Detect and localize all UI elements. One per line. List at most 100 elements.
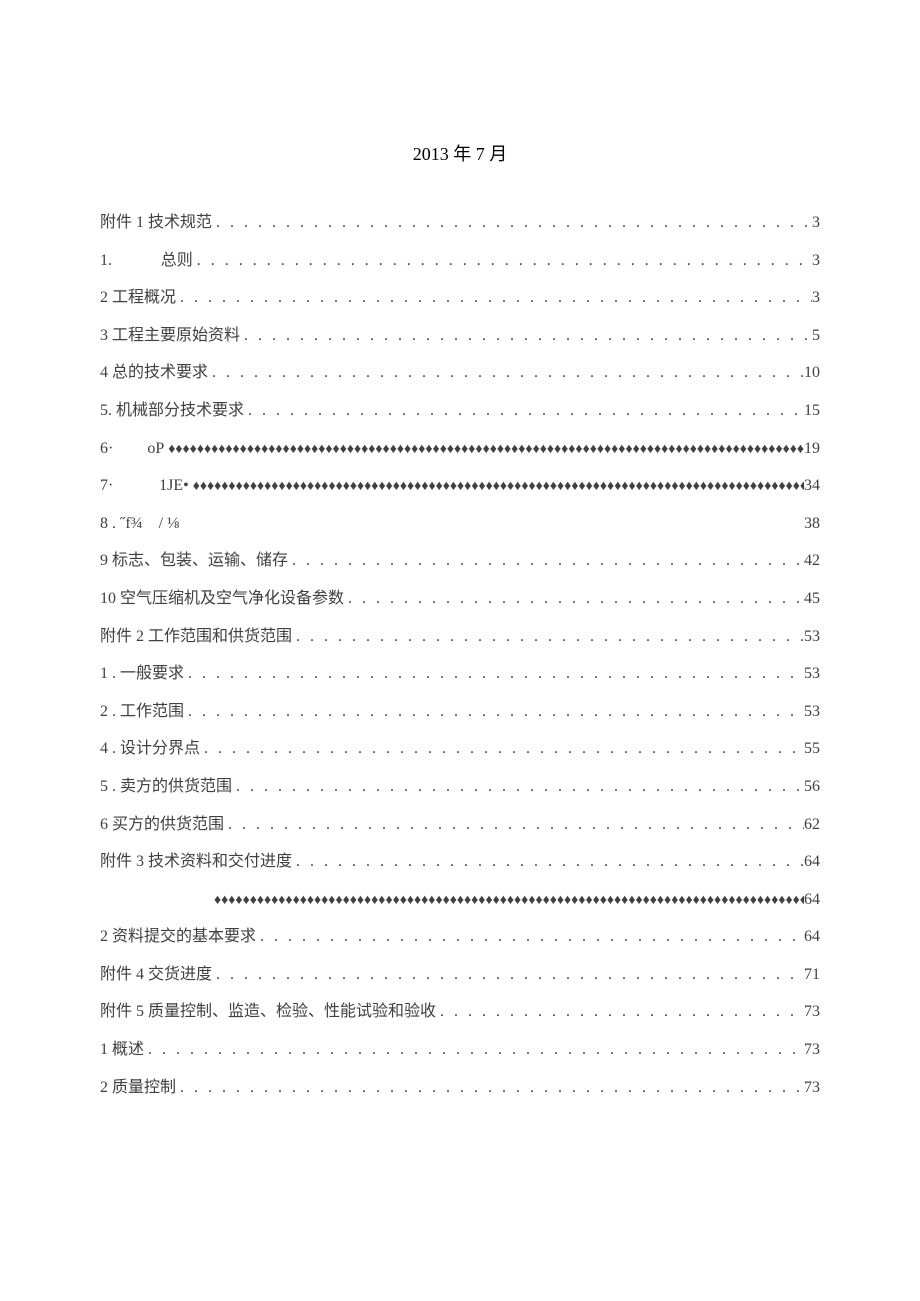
toc-entry: 1 . 一般要求. . . . . . . . . . . . . . . . … — [100, 657, 820, 691]
toc-label: 附件 5 质量控制、监造、检验、性能试验和验收 — [100, 995, 436, 1029]
toc-leader: . . . . . . . . . . . . . . . . . . . . … — [176, 1071, 804, 1105]
toc-leader: ♦♦♦♦♦♦♦♦♦♦♦♦♦♦♦♦♦♦♦♦♦♦♦♦♦♦♦♦♦♦♦♦♦♦♦♦♦♦♦♦… — [189, 472, 804, 501]
toc-label: 附件 3 技术资料和交付进度 — [100, 845, 292, 879]
toc-entry: 1. 总则. . . . . . . . . . . . . . . . . . … — [100, 244, 820, 278]
toc-page-number: 3 — [812, 244, 820, 278]
toc-page-number: 38 — [804, 507, 820, 541]
toc-page-number: 3 — [812, 281, 820, 315]
toc-leader: . . . . . . . . . . . . . . . . . . . . … — [288, 544, 804, 578]
toc-label: 1 . 一般要求 — [100, 657, 184, 691]
toc-leader: ♦♦♦♦♦♦♦♦♦♦♦♦♦♦♦♦♦♦♦♦♦♦♦♦♦♦♦♦♦♦♦♦♦♦♦♦♦♦♦♦… — [164, 435, 804, 464]
toc-entry: 4 总的技术要求. . . . . . . . . . . . . . . . … — [100, 356, 820, 390]
toc-page-number: 53 — [804, 657, 820, 691]
toc-label: 4 总的技术要求 — [100, 356, 208, 390]
toc-entry: 附件 3 技术资料和交付进度. . . . . . . . . . . . . … — [100, 845, 820, 879]
toc-entry: 9 标志、包装、运输、储存. . . . . . . . . . . . . .… — [100, 544, 820, 578]
toc-entry: 附件 4 交货进度. . . . . . . . . . . . . . . .… — [100, 958, 820, 992]
toc-label: 4 . 设计分界点 — [100, 732, 200, 766]
toc-page-number: 19 — [804, 432, 820, 466]
toc-page-number: 56 — [804, 770, 820, 804]
toc-page-number: 55 — [804, 732, 820, 766]
toc-label: 附件 1 技术规范 — [100, 206, 212, 240]
toc-leader: . . . . . . . . . . . . . . . . . . . . … — [244, 394, 804, 428]
toc-entry: 2 工程概况. . . . . . . . . . . . . . . . . … — [100, 281, 820, 315]
toc-label: 附件 4 交货进度 — [100, 958, 212, 992]
toc-page-number: 73 — [804, 995, 820, 1029]
toc-leader: . . . . . . . . . . . . . . . . . . . . … — [232, 770, 804, 804]
document-date-title: 2013 年 7 月 — [100, 140, 820, 166]
toc-leader: . . . . . . . . . . . . . . . . . . . . … — [224, 808, 804, 842]
toc-page-number: 64 — [804, 920, 820, 954]
toc-entry: 附件 1 技术规范. . . . . . . . . . . . . . . .… — [100, 206, 820, 240]
toc-page-number: 45 — [804, 582, 820, 616]
toc-page-number: 5 — [812, 319, 820, 353]
toc-label-2: 1JE• — [159, 469, 189, 503]
toc-label-2: oP — [147, 432, 164, 466]
toc-page-number: 64 — [804, 845, 820, 879]
toc-entry: 2 质量控制. . . . . . . . . . . . . . . . . … — [100, 1071, 820, 1105]
toc-label: 5 . 卖方的供货范围 — [100, 770, 232, 804]
toc-page-number: 73 — [804, 1071, 820, 1105]
toc-label: 1. — [100, 244, 112, 278]
toc-leader: . . . . . . . . . . . . . . . . . . . . … — [212, 958, 804, 992]
toc-page-number: 53 — [804, 620, 820, 654]
toc-entry: 2 . 工作范围. . . . . . . . . . . . . . . . … — [100, 695, 820, 729]
toc-label: 9 标志、包装、运输、储存 — [100, 544, 288, 578]
toc-label: 7· — [100, 469, 113, 503]
toc-label: 3 工程主要原始资料 — [100, 319, 240, 353]
toc-label: 附件 2 工作范围和供货范围 — [100, 620, 292, 654]
document-page: 2013 年 7 月 附件 1 技术规范. . . . . . . . . . … — [0, 0, 920, 1168]
toc-entry: 8 . ˝f¾ / ⅛ 38 — [100, 507, 820, 541]
toc-leader: . . . . . . . . . . . . . . . . . . . . … — [436, 995, 804, 1029]
toc-page-number: 10 — [804, 356, 820, 390]
toc-page-number: 53 — [804, 695, 820, 729]
toc-leader: . . . . . . . . . . . . . . . . . . . . … — [176, 281, 812, 315]
toc-label-2: 总则 — [161, 244, 193, 278]
toc-label: 2 . 工作范围 — [100, 695, 184, 729]
toc-entry: 5. 机械部分技术要求. . . . . . . . . . . . . . .… — [100, 394, 820, 428]
toc-entry: 10 空气压缩机及空气净化设备参数. . . . . . . . . . . .… — [100, 582, 820, 616]
toc-entry: 2 资料提交的基本要求. . . . . . . . . . . . . . .… — [100, 920, 820, 954]
toc-label: 2 质量控制 — [100, 1071, 176, 1105]
toc-leader: . . . . . . . . . . . . . . . . . . . . … — [144, 1033, 804, 1067]
toc-label: 6 买方的供货范围 — [100, 808, 224, 842]
toc-leader: . . . . . . . . . . . . . . . . . . . . … — [212, 206, 812, 240]
toc-leader: . . . . . . . . . . . . . . . . . . . . … — [292, 845, 804, 879]
toc-leader: . . . . . . . . . . . . . . . . . . . . … — [256, 920, 804, 954]
toc-label: 5. 机械部分技术要求 — [100, 394, 244, 428]
toc-entry: 附件 5 质量控制、监造、检验、性能试验和验收. . . . . . . . .… — [100, 995, 820, 1029]
toc-page-number: 73 — [804, 1033, 820, 1067]
toc-entry: 7· 1JE•♦♦♦♦♦♦♦♦♦♦♦♦♦♦♦♦♦♦♦♦♦♦♦♦♦♦♦♦♦♦♦♦♦♦… — [100, 469, 820, 503]
toc-leader: . . . . . . . . . . . . . . . . . . . . … — [184, 695, 804, 729]
toc-page-number: 62 — [804, 808, 820, 842]
toc-label: 10 空气压缩机及空气净化设备参数 — [100, 582, 344, 616]
toc-entry: ♦♦♦♦♦♦♦♦♦♦♦♦♦♦♦♦♦♦♦♦♦♦♦♦♦♦♦♦♦♦♦♦♦♦♦♦♦♦♦♦… — [100, 883, 820, 917]
toc-entry: 附件 2 工作范围和供货范围. . . . . . . . . . . . . … — [100, 620, 820, 654]
toc-label: 1 概述 — [100, 1033, 144, 1067]
toc-page-number: 3 — [812, 206, 820, 240]
toc-leader: . . . . . . . . . . . . . . . . . . . . … — [292, 620, 804, 654]
toc-label: 2 资料提交的基本要求 — [100, 920, 256, 954]
toc-page-number: 34 — [804, 469, 820, 503]
toc-entry: 6· oP♦♦♦♦♦♦♦♦♦♦♦♦♦♦♦♦♦♦♦♦♦♦♦♦♦♦♦♦♦♦♦♦♦♦♦♦… — [100, 432, 820, 466]
toc-label: 6· — [100, 432, 113, 466]
toc-page-number: 15 — [804, 394, 820, 428]
toc-entry: 4 . 设计分界点. . . . . . . . . . . . . . . .… — [100, 732, 820, 766]
toc-leader: ♦♦♦♦♦♦♦♦♦♦♦♦♦♦♦♦♦♦♦♦♦♦♦♦♦♦♦♦♦♦♦♦♦♦♦♦♦♦♦♦… — [210, 886, 804, 915]
toc-page-number: 42 — [804, 544, 820, 578]
table-of-contents: 附件 1 技术规范. . . . . . . . . . . . . . . .… — [100, 206, 820, 1104]
toc-entry: 1 概述. . . . . . . . . . . . . . . . . . … — [100, 1033, 820, 1067]
toc-label: 2 工程概况 — [100, 281, 176, 315]
toc-entry: 6 买方的供货范围. . . . . . . . . . . . . . . .… — [100, 808, 820, 842]
toc-leader: . . . . . . . . . . . . . . . . . . . . … — [193, 244, 812, 278]
toc-entry: 5 . 卖方的供货范围. . . . . . . . . . . . . . .… — [100, 770, 820, 804]
toc-label: 8 . ˝f¾ / ⅛ — [100, 507, 179, 541]
toc-page-number: 71 — [804, 958, 820, 992]
toc-leader: . . . . . . . . . . . . . . . . . . . . … — [240, 319, 812, 353]
toc-leader: . . . . . . . . . . . . . . . . . . . . … — [184, 657, 804, 691]
toc-leader: . . . . . . . . . . . . . . . . . . . . … — [200, 732, 804, 766]
toc-page-number: 64 — [804, 883, 820, 917]
toc-leader: . . . . . . . . . . . . . . . . . . . . … — [344, 582, 804, 616]
toc-leader: . . . . . . . . . . . . . . . . . . . . … — [208, 356, 804, 390]
toc-entry: 3 工程主要原始资料. . . . . . . . . . . . . . . … — [100, 319, 820, 353]
